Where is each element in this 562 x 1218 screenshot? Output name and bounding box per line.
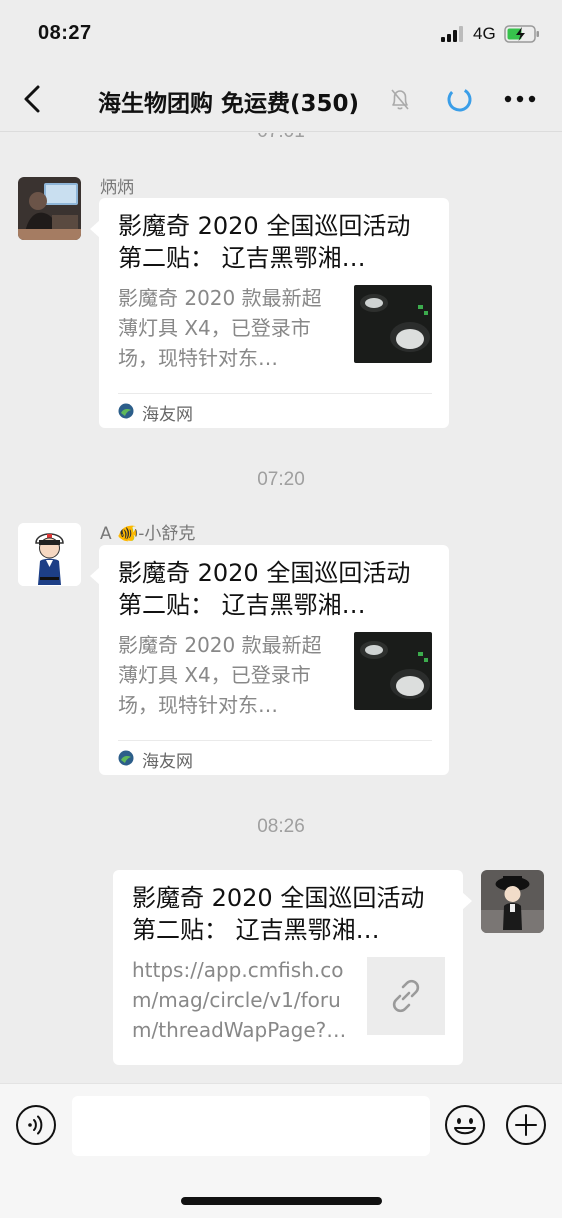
plus-icon[interactable]: [505, 1104, 547, 1146]
chat-title: 海生物团购 免运费(350): [98, 91, 360, 117]
card-description: 影魔奇 2020 款最新超薄灯具 X4，已登录市场，现特针对东…: [118, 633, 322, 717]
card-source: 海友网: [142, 405, 193, 425]
sender-name: 炳炳: [100, 178, 134, 198]
home-indicator: [181, 1197, 382, 1205]
nav-bar: 海生物团购 免运费(350): [0, 66, 562, 132]
link-card[interactable]: 影魔奇 2020 全国巡回活动第二贴： 辽吉黑鄂湘… https://app.c…: [113, 870, 472, 1065]
source-logo-icon: [118, 750, 134, 766]
card-link-url: https://app.cmfish.com/mag/circle/v1/for…: [132, 958, 347, 1042]
status-time: 08:27: [38, 22, 92, 44]
sender-name: A 🐠-小舒克: [100, 524, 196, 544]
back-icon[interactable]: [18, 82, 48, 116]
status-bar: 08:27 4G: [0, 0, 562, 66]
source-logo-icon: [118, 403, 134, 419]
link-card[interactable]: 影魔奇 2020 全国巡回活动第二贴： 辽吉黑鄂湘… 影魔奇 2020 款最新超…: [90, 545, 449, 775]
card-title: 影魔奇 2020 全国巡回活动第二贴： 辽吉黑鄂湘…: [132, 884, 425, 944]
signal-icon: [441, 26, 463, 42]
voice-icon[interactable]: [15, 1104, 57, 1146]
more-icon[interactable]: [502, 86, 538, 112]
link-thumbnail: [367, 957, 445, 1035]
time-divider: 07:20: [257, 469, 305, 490]
time-divider: 07:01: [0, 133, 562, 143]
card-thumbnail: [354, 285, 432, 363]
avatar[interactable]: [481, 870, 544, 933]
time-divider: 08:26: [257, 816, 305, 837]
card-source: 海友网: [142, 752, 193, 772]
card-description: 影魔奇 2020 款最新超薄灯具 X4，已登录市场，现特针对东…: [118, 286, 322, 370]
avatar[interactable]: [18, 523, 81, 586]
loading-ring-icon: [447, 87, 472, 112]
card-title: 影魔奇 2020 全国巡回活动第二贴： 辽吉黑鄂湘…: [118, 212, 411, 272]
card-thumbnail: [354, 632, 432, 710]
card-title: 影魔奇 2020 全国巡回活动第二贴： 辽吉黑鄂湘…: [118, 559, 411, 619]
link-icon: [392, 979, 420, 1013]
link-card[interactable]: 影魔奇 2020 全国巡回活动第二贴： 辽吉黑鄂湘… 影魔奇 2020 款最新超…: [90, 198, 449, 428]
message-input[interactable]: [72, 1096, 430, 1156]
avatar[interactable]: [18, 177, 81, 240]
emoji-icon[interactable]: [444, 1104, 486, 1146]
chat-area[interactable]: 07:01 炳炳 影魔奇 2020 全国巡回活动第二贴： 辽吉黑鄂湘… 影魔奇 …: [0, 133, 562, 1083]
network-label: 4G: [473, 24, 496, 43]
mute-bell-icon: [391, 89, 409, 110]
battery-charging-icon: [504, 25, 539, 43]
